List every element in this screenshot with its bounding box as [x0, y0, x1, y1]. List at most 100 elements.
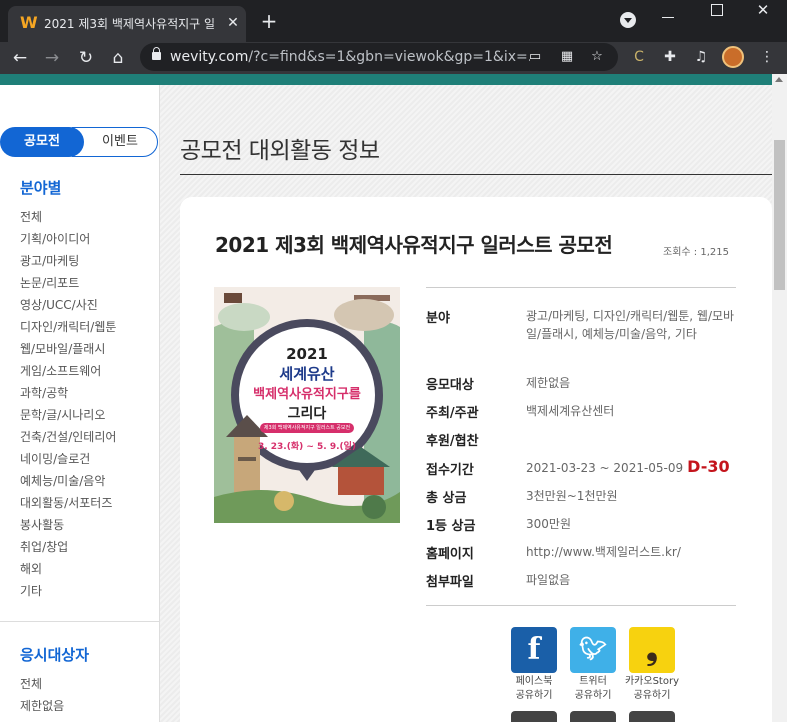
- sidebar-field-item[interactable]: 영상/UCC/사진: [20, 294, 116, 316]
- sidebar-field-item[interactable]: 예체능/미술/음악: [20, 470, 116, 492]
- info-attach-value: 파일없음: [526, 573, 571, 587]
- print-button[interactable]: [511, 711, 557, 722]
- info-period-value: 2021-03-23 ~ 2021-05-09 D-30: [526, 457, 730, 476]
- info-first-prize-value: 300만원: [526, 517, 571, 531]
- profile-avatar[interactable]: [722, 46, 744, 68]
- sidebar-field-item[interactable]: 논문/리포트: [20, 272, 116, 294]
- sidebar-field-item[interactable]: 과학/공학: [20, 382, 116, 404]
- info-field-value: 광고/마케팅, 디자인/캐릭터/웹툰, 웹/모바일/플래시, 예체능/미술/음악…: [526, 309, 735, 341]
- target-heading: 응시대상자: [20, 646, 90, 664]
- poster-line3: 그리다: [287, 406, 327, 422]
- category-toggle: 이벤트 공모전: [0, 127, 158, 157]
- scrap-button[interactable]: [570, 711, 616, 722]
- url-text[interactable]: wevity.com/?c=find&s=1&gbn=viewok&gp=1&i…: [170, 49, 530, 67]
- facebook-icon: f: [527, 632, 541, 667]
- sidebar-field-item[interactable]: 해외: [20, 558, 116, 580]
- sidebar-target-item[interactable]: 전체: [20, 673, 64, 695]
- star-icon[interactable]: ☆: [588, 48, 606, 66]
- info-target-label: 응모대상: [426, 378, 474, 393]
- contest-card: 2021 제3회 백제역사유적지구 일러스트 공모전 조회수 : 1,215 2…: [180, 197, 772, 722]
- poster-year: 2021: [286, 345, 328, 363]
- poster-line2: 백제역사유적지구를: [253, 387, 361, 402]
- extension-icon[interactable]: C: [628, 46, 650, 68]
- view-count: 조회수 : 1,215: [663, 247, 729, 258]
- home-icon[interactable]: ⌂: [106, 46, 130, 70]
- page: 이벤트 공모전 분야별 전체 기획/아이디어 광고/마케팅 논문/리포트 영상/UCC/…: [0, 85, 772, 722]
- wevity-favicon-icon: W: [20, 13, 38, 32]
- sidebar-field-item[interactable]: 취업/창업: [20, 536, 116, 558]
- info-host-label: 주최/주관: [426, 406, 479, 421]
- homepage-link[interactable]: http://www.백제일러스트.kr/: [526, 543, 746, 561]
- sidebar-field-item[interactable]: 건축/건설/인테리어: [20, 426, 116, 448]
- info-period-label: 접수기간: [426, 463, 474, 478]
- sidebar-field-item[interactable]: 기타: [20, 580, 116, 602]
- cast-icon[interactable]: ▭: [526, 48, 544, 66]
- facebook-share-button[interactable]: f: [511, 627, 557, 673]
- kakaostory-share-label: 카카오Story 공유하기: [624, 676, 680, 701]
- sidebar-field-item[interactable]: 문학/글/시나리오: [20, 404, 116, 426]
- forward-icon[interactable]: →: [40, 46, 64, 70]
- browser-tab-bar: W 2021 제3회 백제역사유적지구 일러스트 공모전 ✕ + ✕: [0, 0, 787, 42]
- sidebar-field-item[interactable]: 봉사활동: [20, 514, 116, 536]
- sidebar-field-item[interactable]: 디자인/캐릭터/웹툰: [20, 316, 116, 338]
- back-icon[interactable]: ←: [8, 46, 32, 70]
- minimize-icon[interactable]: [662, 10, 676, 24]
- new-tab-icon[interactable]: +: [258, 10, 280, 32]
- sidebar-field-item[interactable]: 웹/모바일/플래시: [20, 338, 116, 360]
- kakaostory-share-button[interactable]: ❟: [629, 627, 675, 673]
- dday-badge: D-30: [687, 457, 730, 476]
- copy-button[interactable]: [629, 711, 675, 722]
- twitter-bird-icon: 🐦︎: [579, 637, 607, 662]
- poster-dates: 3. 23.(화) ~ 5. 9.(일): [257, 442, 357, 452]
- sidebar-field-item[interactable]: 광고/마케팅: [20, 250, 116, 272]
- menu-icon[interactable]: ⋮: [756, 46, 778, 68]
- maximize-icon[interactable]: [711, 4, 723, 16]
- sidebar: 이벤트 공모전 분야별 전체 기획/아이디어 광고/마케팅 논문/리포트 영상/UCC/…: [0, 85, 160, 722]
- scroll-up-arrow-icon[interactable]: [775, 77, 783, 82]
- sidebar-field-item[interactable]: 대외활동/서포터즈: [20, 492, 116, 514]
- tab-contest[interactable]: 공모전: [0, 127, 84, 157]
- sidebar-field-item[interactable]: 게임/소프트웨어: [20, 360, 116, 382]
- sidebar-target-item[interactable]: 제한없음: [20, 695, 64, 717]
- media-icon[interactable]: ♫: [690, 46, 712, 68]
- info-sponsor-label: 후원/협찬: [426, 434, 479, 449]
- sidebar-field-item[interactable]: 전체: [20, 206, 116, 228]
- tab-title: 2021 제3회 백제역사유적지구 일러스트 공모전: [44, 17, 214, 31]
- info-total-prize-value: 3천만원~1천만원: [526, 489, 618, 503]
- info-host-value: 백제세계유산센터: [526, 404, 615, 418]
- twitter-share-button[interactable]: 🐦︎: [570, 627, 616, 673]
- qr-icon[interactable]: ▦: [558, 48, 576, 66]
- field-heading: 분야별: [20, 179, 62, 197]
- window-close-icon[interactable]: ✕: [755, 2, 771, 18]
- info-bottom-rule: [426, 605, 736, 606]
- tab-event[interactable]: 이벤트: [72, 127, 158, 157]
- title-divider: [180, 174, 772, 175]
- info-target-value: 제한없음: [526, 376, 571, 390]
- main-content: 공모전 대외활동 정보 2021 제3회 백제역사유적지구 일러스트 공모전 조…: [160, 85, 772, 722]
- tab-search-icon[interactable]: [620, 12, 636, 28]
- scroll-thumb[interactable]: [774, 140, 785, 290]
- page-title: 공모전 대외활동 정보: [180, 138, 380, 164]
- lock-icon[interactable]: [152, 47, 161, 60]
- info-attach-label: 첨부파일: [426, 575, 474, 590]
- contest-poster[interactable]: 2021 세계유산 백제역사유적지구를 그리다 제3회 백제역사유적지구 일러스…: [214, 287, 400, 523]
- vertical-scrollbar[interactable]: [772, 74, 787, 722]
- info-first-prize-label: 1등 상금: [426, 519, 476, 534]
- kakaostory-icon: ❟: [646, 632, 658, 667]
- poster-line1: 세계유산: [279, 365, 335, 383]
- address-bar[interactable]: wevity.com/?c=find&s=1&gbn=viewok&gp=1&i…: [140, 43, 618, 71]
- info-total-prize-label: 총 상금: [426, 491, 467, 506]
- sidebar-field-item[interactable]: 네이밍/슬로건: [20, 448, 116, 470]
- sidebar-divider: [0, 621, 159, 622]
- info-homepage-label: 홈페이지: [426, 547, 474, 562]
- info-field-label: 분야: [426, 311, 450, 326]
- tab-close-icon[interactable]: ✕: [225, 15, 241, 31]
- contest-title: 2021 제3회 백제역사유적지구 일러스트 공모전: [215, 233, 613, 257]
- info-top-rule: [426, 287, 736, 288]
- target-list: 전체 제한없음: [20, 673, 64, 717]
- field-list: 전체 기획/아이디어 광고/마케팅 논문/리포트 영상/UCC/사진 디자인/캐릭터/웹툰…: [20, 206, 116, 602]
- reload-icon[interactable]: ↻: [74, 46, 98, 70]
- sidebar-field-item[interactable]: 기획/아이디어: [20, 228, 116, 250]
- puzzle-icon[interactable]: ✚: [659, 46, 681, 68]
- browser-tab[interactable]: W 2021 제3회 백제역사유적지구 일러스트 공모전 ✕: [8, 6, 246, 42]
